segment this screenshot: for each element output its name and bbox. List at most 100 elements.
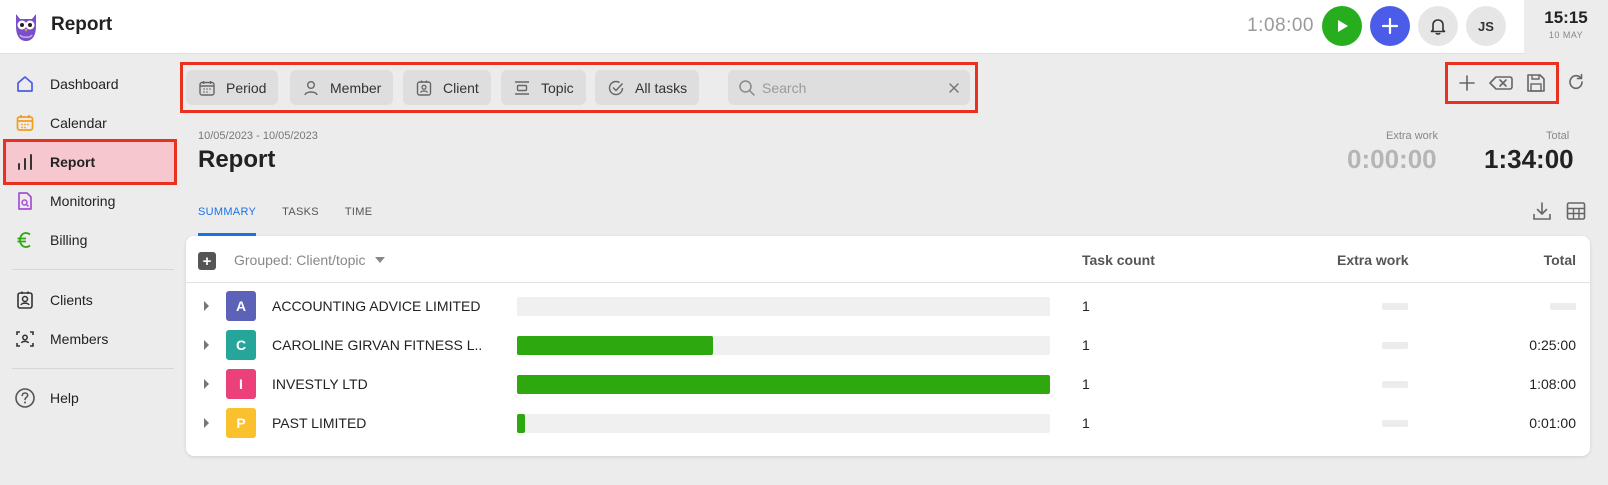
monitoring-icon xyxy=(14,190,36,212)
report-tabs: SUMMARY TASKS TIME xyxy=(198,200,398,236)
progress-bar xyxy=(517,297,1050,316)
top-bar: Report 1:08:00 JS 15:15 10 MAY xyxy=(0,0,1608,54)
search-input[interactable] xyxy=(762,79,948,96)
tab-tasks[interactable]: TASKS xyxy=(282,200,319,236)
search-box xyxy=(728,70,970,105)
sidebar-item-label: Calendar xyxy=(50,115,107,131)
table-view-icon[interactable] xyxy=(1565,200,1587,222)
client-filter-label: Client xyxy=(443,79,479,96)
sidebar-item-label: Dashboard xyxy=(50,76,119,92)
refresh-icon[interactable] xyxy=(1566,72,1586,92)
clock-panel: 15:15 10 MAY xyxy=(1524,0,1608,54)
client-card-icon xyxy=(415,79,433,97)
column-header-task-count: Task count xyxy=(1082,252,1155,268)
calendar-icon xyxy=(14,112,36,134)
tab-time[interactable]: TIME xyxy=(345,200,372,236)
progress-bar-fill xyxy=(517,336,713,355)
client-name: INVESTLY LTD xyxy=(272,376,368,392)
calendar-icon xyxy=(198,79,216,97)
extra-work-value: 0:00:00 xyxy=(1347,144,1437,174)
total-placeholder xyxy=(1550,303,1576,310)
add-filter-icon[interactable] xyxy=(1457,73,1477,93)
progress-bar xyxy=(517,336,1050,355)
progress-bar-fill xyxy=(517,414,525,433)
download-icon[interactable] xyxy=(1531,200,1553,222)
progress-bar xyxy=(517,414,1050,433)
client-name: PAST LIMITED xyxy=(272,415,367,431)
column-header-extra-work: Extra work xyxy=(1337,252,1409,268)
topic-filter-button[interactable]: Topic xyxy=(501,70,586,105)
expand-caret-icon[interactable] xyxy=(204,340,209,350)
table-row[interactable]: P PAST LIMITED 1 0:01:00 xyxy=(186,403,1590,443)
home-icon xyxy=(14,73,36,95)
client-name: CAROLINE GIRVAN FITNESS L... xyxy=(272,337,482,353)
user-avatar[interactable]: JS xyxy=(1466,6,1506,46)
row-total: 0:25:00 xyxy=(1529,337,1576,353)
period-filter-button[interactable]: Period xyxy=(186,70,279,105)
start-timer-button[interactable] xyxy=(1322,6,1362,46)
all-tasks-filter-label: All tasks xyxy=(635,79,688,96)
tab-summary[interactable]: SUMMARY xyxy=(198,200,257,236)
expand-caret-icon[interactable] xyxy=(204,301,209,311)
expand-caret-icon[interactable] xyxy=(204,379,209,389)
sidebar-item-monitoring[interactable]: Monitoring xyxy=(6,181,174,221)
owl-logo-icon xyxy=(16,14,36,41)
table-row[interactable]: C CAROLINE GIRVAN FITNESS L... 1 0:25:00 xyxy=(186,325,1590,365)
search-icon xyxy=(739,79,755,96)
sidebar-item-calendar[interactable]: Calendar xyxy=(6,103,174,143)
extra-work-label: Extra work xyxy=(1386,130,1438,142)
plus-icon xyxy=(1381,17,1399,35)
expand-caret-icon[interactable] xyxy=(204,418,209,428)
all-tasks-filter-button[interactable]: All tasks xyxy=(595,70,700,105)
extra-work-placeholder xyxy=(1382,420,1408,427)
sidebar-item-label: Monitoring xyxy=(50,193,116,209)
sidebar-item-label: Report xyxy=(50,154,96,170)
clear-filters-icon[interactable] xyxy=(1488,73,1514,93)
clear-search-icon[interactable] xyxy=(948,82,960,94)
person-icon xyxy=(302,79,320,97)
topic-filter-label: Topic xyxy=(541,79,574,96)
client-badge: I xyxy=(226,369,256,399)
sidebar-item-dashboard[interactable]: Dashboard xyxy=(6,64,174,104)
summary-table: + Grouped: Client/topic Task count Extra… xyxy=(186,236,1590,456)
sidebar-item-label: Members xyxy=(50,331,109,347)
table-row[interactable]: A ACCOUNTING ADVICE LIMITED 1 xyxy=(186,286,1590,326)
help-icon xyxy=(14,387,36,409)
sidebar-item-billing[interactable]: Billing xyxy=(6,220,174,260)
chevron-down-icon xyxy=(374,257,385,263)
euro-icon xyxy=(14,229,36,251)
progress-bar xyxy=(517,375,1050,394)
period-filter-label: Period xyxy=(226,79,267,96)
client-badge: P xyxy=(226,408,256,438)
members-icon xyxy=(14,328,36,350)
row-total: 0:01:00 xyxy=(1529,415,1576,431)
extra-work-placeholder xyxy=(1382,342,1408,349)
notifications-button[interactable] xyxy=(1418,6,1458,46)
group-by-dropdown[interactable]: Grouped: Client/topic xyxy=(234,252,385,268)
running-timer: 1:08:00 xyxy=(1247,15,1314,36)
expand-all-button[interactable]: + xyxy=(198,252,216,270)
clock-time: 15:15 xyxy=(1544,8,1588,27)
client-filter-button[interactable]: Client xyxy=(403,70,491,105)
sidebar-item-label: Billing xyxy=(50,232,88,248)
save-filter-icon[interactable] xyxy=(1525,72,1547,94)
add-entry-button[interactable] xyxy=(1370,6,1410,46)
total-label: Total xyxy=(1546,130,1570,142)
member-filter-label: Member xyxy=(330,79,382,96)
member-filter-button[interactable]: Member xyxy=(290,70,394,105)
table-header: + Grouped: Client/topic Task count Extra… xyxy=(186,236,1590,283)
bell-icon xyxy=(1430,19,1446,35)
extra-work-placeholder xyxy=(1382,381,1408,388)
sidebar-item-clients[interactable]: Clients xyxy=(6,280,174,320)
sidebar-item-report[interactable]: Report xyxy=(3,139,177,185)
app-title: Report xyxy=(51,14,113,35)
bar-chart-icon xyxy=(14,151,36,173)
sidebar-item-members[interactable]: Members xyxy=(6,319,174,359)
client-badge: C xyxy=(226,330,256,360)
table-row[interactable]: I INVESTLY LTD 1 1:08:00 xyxy=(186,364,1590,404)
sidebar: Dashboard Calendar Report Monitoring Bil… xyxy=(0,54,177,485)
extra-work-placeholder xyxy=(1382,303,1408,310)
sidebar-item-help[interactable]: Help xyxy=(6,378,174,418)
client-name: ACCOUNTING ADVICE LIMITED xyxy=(272,298,481,314)
filter-bar: Period Member Client Topic All tasks xyxy=(180,62,978,113)
